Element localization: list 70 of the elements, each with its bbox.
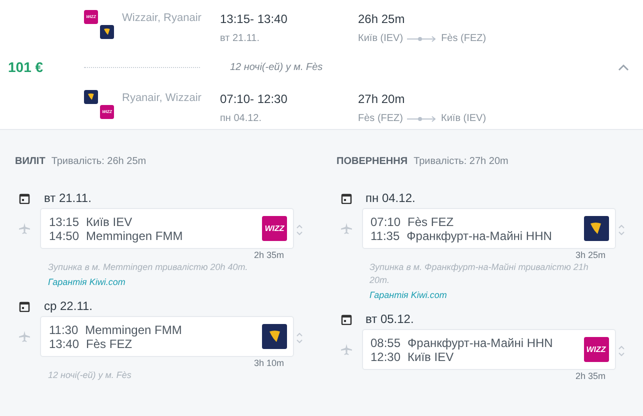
nights-note: 12 ночі(-ей) у м. Fès: [47, 369, 132, 382]
calendar-icon: [340, 314, 352, 324]
arrival-airport: Memmingen FMM: [86, 228, 183, 242]
flight-card[interactable]: 08:55 Франкфурт-на-Майні HHN 12:30 Київ IEV WIZZ: [362, 329, 616, 370]
day-date: вт 21.11.: [44, 190, 92, 207]
calendar-icon: [19, 300, 30, 312]
arrival-time: 14:50: [49, 228, 80, 242]
section-duration: Тривалість: 27h 20m: [414, 155, 508, 169]
calendar-icon: [340, 192, 352, 204]
expand-icon[interactable]: [618, 345, 624, 357]
airline-names: Wizzair, Ryanair: [122, 11, 202, 26]
flight-times: 07:10- 12:30: [220, 91, 288, 108]
origin-city: Fès (FEZ): [358, 112, 403, 126]
expand-icon[interactable]: [296, 332, 303, 344]
destination-city: Київ (IEV): [441, 112, 486, 126]
flight-date: пн 04.12.: [220, 112, 263, 126]
departure-time: 07:10: [370, 214, 401, 228]
trip-duration: 27h 20m: [358, 91, 406, 108]
arrival-time: 13:40: [49, 336, 80, 350]
wizz-logo: WIZZ: [262, 216, 287, 241]
layover-note: Зупинка в м. Франкфурт-на-Майні тривалістю 21h 20m.: [370, 261, 590, 287]
flight-date: вт 21.11.: [220, 32, 261, 46]
flight-duration: 3h 10m: [254, 358, 284, 369]
layover-note: Зупинка в м. Memmingen тривалістю 20h 40m.: [48, 261, 249, 274]
expand-icon[interactable]: [296, 224, 303, 236]
flight-duration: 3h 25m: [575, 250, 606, 261]
departure-time: 13:15: [49, 214, 80, 228]
departure-airport: Memmingen FMM: [85, 322, 182, 336]
flight-duration: 2h 35m: [575, 371, 606, 382]
departure-airport: Київ IEV: [86, 214, 132, 228]
section-title: ПОВЕРНЕННЯ: [336, 155, 408, 169]
nights-note: 12 ночі(-ей) у м. Fès: [230, 60, 323, 74]
collapse-icon[interactable]: [618, 64, 629, 70]
arrow-icon: [407, 36, 438, 42]
plane-icon: [340, 344, 352, 355]
arrival-time: 12:30: [370, 350, 401, 364]
flight-times: 13:15- 13:40: [220, 11, 288, 28]
price: 101 €: [7, 58, 44, 76]
section-duration: Тривалість: 26h 25m: [51, 155, 146, 169]
plane-icon: [19, 331, 30, 342]
destination-city: Fès (FEZ): [441, 32, 486, 46]
departure-airport: Франкфурт-на-Майні HHN: [408, 336, 553, 350]
day-date: вт 05.12.: [366, 311, 414, 328]
expand-icon[interactable]: [618, 224, 624, 236]
flight-duration: 2h 35m: [254, 250, 284, 261]
origin-city: Київ (IEV): [358, 32, 404, 46]
wizz-logo: WIZZ: [584, 337, 608, 362]
plane-icon: [340, 223, 352, 234]
ryanair-logo: [100, 25, 114, 39]
airline-names: Ryanair, Wizzair: [122, 91, 202, 106]
departure-time: 11:30: [49, 322, 78, 336]
day-date: ср 22.11.: [44, 298, 92, 315]
ryanair-logo: [584, 216, 608, 241]
departure-time: 08:55: [370, 336, 401, 350]
flight-card[interactable]: 07:10 Fès FEZ 11:35 Франкфурт-на-Майні HHN: [362, 208, 616, 249]
calendar-icon: [19, 192, 30, 204]
section-title: ВИЛІТ: [15, 155, 46, 169]
flight-card[interactable]: 13:15 Київ IEV 14:50 Memmingen FMM WIZZ: [40, 208, 294, 249]
arrival-airport: Київ IEV: [408, 350, 454, 364]
arrival-airport: Fès FEZ: [86, 336, 132, 350]
departure-airport: Fès FEZ: [408, 214, 454, 228]
trip-duration: 26h 25m: [358, 11, 406, 28]
ryanair-logo: [262, 324, 287, 349]
day-date: пн 04.12.: [366, 190, 416, 207]
arrow-icon: [407, 116, 437, 122]
arrival-time: 11:35: [370, 228, 400, 242]
flight-card[interactable]: 11:30 Memmingen FMM 13:40 Fès FEZ: [40, 316, 294, 357]
arrival-airport: Франкфурт-на-Майні HHN: [406, 228, 552, 242]
ryanair-logo: [84, 90, 98, 104]
plane-icon: [19, 223, 30, 234]
